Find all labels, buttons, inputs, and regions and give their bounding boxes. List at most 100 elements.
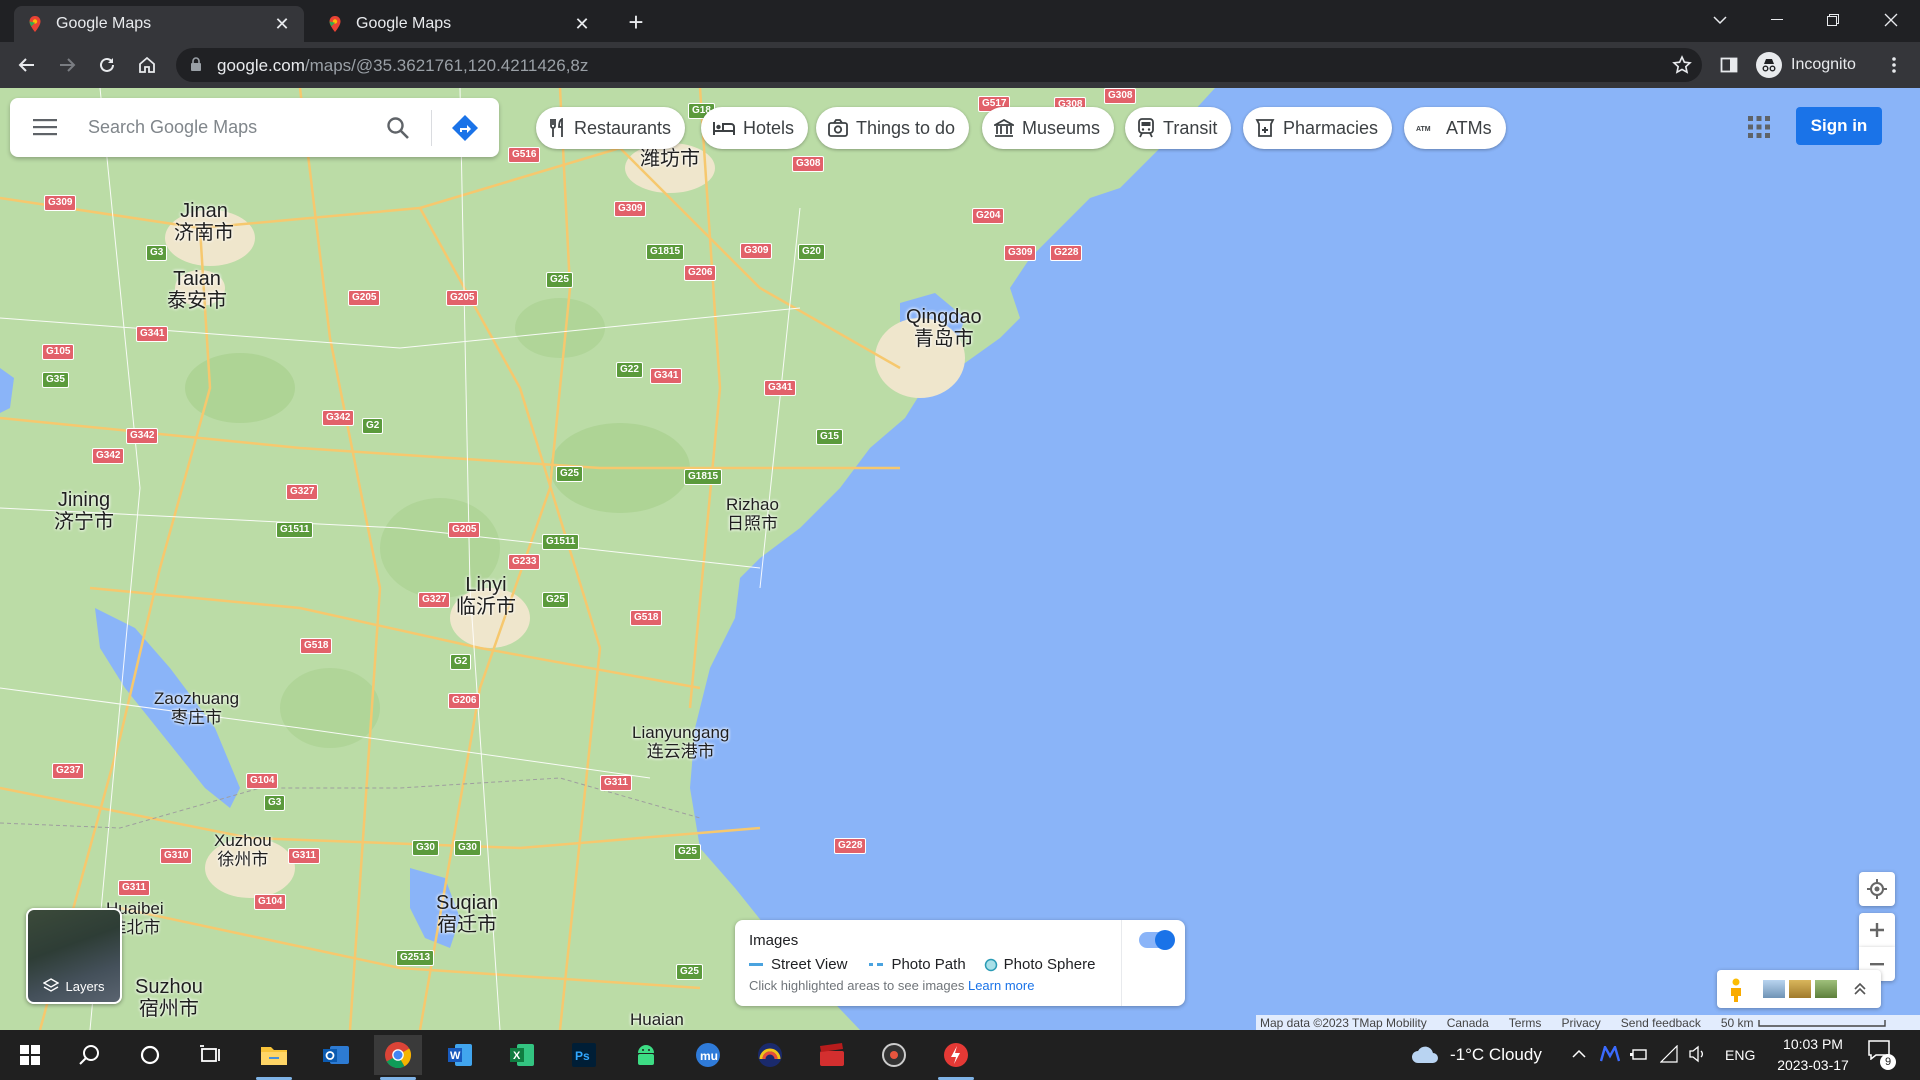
clock-date[interactable]: 2023-03-17 <box>1770 1057 1856 1073</box>
rainbow-app-icon <box>758 1043 782 1067</box>
vpn-app-taskbar[interactable] <box>746 1035 794 1075</box>
city-label[interactable]: Suqian 宿迁市 <box>436 892 498 936</box>
app-tray-icon[interactable] <box>1600 1046 1620 1062</box>
mu-app-taskbar[interactable]: mu <box>684 1035 732 1075</box>
city-label[interactable]: Qingdao 青岛市 <box>906 306 982 350</box>
city-label[interactable]: Suzhou 宿州市 <box>135 976 203 1020</box>
terms-link[interactable]: Terms <box>1509 1016 1542 1030</box>
imagery-strip[interactable] <box>1717 970 1881 1008</box>
word-taskbar[interactable]: W <box>436 1035 484 1075</box>
imagery-thumb[interactable] <box>1789 980 1811 998</box>
tab-search-button[interactable] <box>1697 0 1743 40</box>
weather-text[interactable]: -1°C Cloudy <box>1450 1045 1542 1065</box>
chrome-menu-button[interactable] <box>1878 49 1910 81</box>
apps-grid-icon[interactable] <box>1748 116 1770 138</box>
task-view-button[interactable] <box>186 1035 234 1075</box>
send-feedback-link[interactable]: Send feedback <box>1621 1016 1701 1030</box>
photoshop-taskbar[interactable]: Ps <box>560 1035 608 1075</box>
side-panel-button[interactable] <box>1713 49 1745 81</box>
flash-app-taskbar[interactable] <box>932 1035 980 1080</box>
android-app-taskbar[interactable] <box>622 1035 670 1075</box>
sign-in-button[interactable]: Sign in <box>1796 107 1882 145</box>
learn-more-link[interactable]: Learn more <box>968 978 1034 993</box>
city-label[interactable]: Lianyungang 连云港市 <box>632 723 729 761</box>
search-input[interactable] <box>88 112 368 142</box>
city-label[interactable]: Huaian <box>630 1010 684 1030</box>
highway-shield: G3 <box>146 245 168 261</box>
star-icon[interactable] <box>1672 55 1692 75</box>
divider <box>431 110 432 146</box>
chevron-up-icon[interactable] <box>1572 1049 1586 1059</box>
highway-shield: G327 <box>418 592 451 608</box>
search-button[interactable] <box>66 1035 114 1075</box>
chip-hotels[interactable]: Hotels <box>701 107 809 149</box>
city-label[interactable]: Taian 泰安市 <box>167 268 227 312</box>
privacy-link[interactable]: Privacy <box>1561 1016 1600 1030</box>
directions-icon[interactable] <box>451 114 479 142</box>
wifi-icon[interactable] <box>1660 1045 1678 1063</box>
browser-tab[interactable]: Google Maps ✕ <box>314 6 604 42</box>
forward-button[interactable] <box>51 49 83 81</box>
chip-museums[interactable]: Museums <box>982 107 1115 149</box>
pegman-icon[interactable] <box>1729 978 1743 1002</box>
chevron-up-icon[interactable] <box>1853 982 1867 996</box>
chip-things-to-do[interactable]: Things to do <box>816 107 970 149</box>
city-label[interactable]: Jining 济宁市 <box>54 489 114 533</box>
chip-pharmacies[interactable]: Pharmacies <box>1243 107 1393 149</box>
country-link[interactable]: Canada <box>1447 1016 1489 1030</box>
city-label[interactable]: Zaozhuang 枣庄市 <box>154 689 239 727</box>
reload-button[interactable] <box>91 49 123 81</box>
city-label[interactable]: Jinan 济南市 <box>174 200 234 244</box>
minimize-button[interactable] <box>1754 0 1800 40</box>
forward-arrow-icon <box>60 58 76 72</box>
chrome-taskbar[interactable] <box>374 1035 422 1080</box>
chip-restaurants[interactable]: Restaurants <box>536 107 686 149</box>
chip-label: Hotels <box>743 117 795 138</box>
music-app-taskbar[interactable] <box>870 1035 918 1075</box>
outlook-taskbar[interactable] <box>312 1035 360 1075</box>
cortana-button[interactable] <box>126 1035 174 1075</box>
map-canvas[interactable]: Jinan 济南市 Taian 泰安市 Jining 济宁市 Linyi 临沂市 Zao… <box>0 88 1920 1030</box>
file-explorer-taskbar[interactable] <box>250 1035 298 1080</box>
images-toggle[interactable] <box>1139 930 1175 950</box>
city-label[interactable]: Rizhao 日照市 <box>726 495 779 533</box>
zoom-in-button[interactable] <box>1859 913 1895 947</box>
speaker-icon[interactable] <box>1688 1045 1706 1063</box>
notification-center-button[interactable]: 9 <box>1868 1040 1898 1070</box>
new-tab-button[interactable]: + <box>622 7 650 37</box>
profile-button[interactable]: Incognito <box>1756 49 1856 81</box>
home-button[interactable] <box>131 49 163 81</box>
chip-transit[interactable]: Transit <box>1125 107 1232 149</box>
close-window-button[interactable] <box>1868 0 1914 40</box>
close-tab-icon[interactable]: ✕ <box>270 12 294 36</box>
restore-button[interactable] <box>1810 0 1856 40</box>
cloud-weather-icon[interactable] <box>1410 1044 1440 1064</box>
highway-shield: G35 <box>42 372 69 388</box>
my-location-button[interactable] <box>1859 872 1895 906</box>
city-label[interactable]: Xuzhou 徐州市 <box>214 831 272 869</box>
hint-text: Click highlighted areas to see images <box>749 978 965 993</box>
notification-count-badge: 9 <box>1880 1054 1896 1070</box>
language-indicator[interactable]: ENG <box>1725 1047 1755 1063</box>
kebab-menu-icon <box>1892 57 1896 73</box>
layers-button[interactable]: Layers <box>26 908 122 1004</box>
excel-taskbar[interactable]: X <box>498 1035 546 1075</box>
browser-tab[interactable]: Google Maps ✕ <box>14 6 304 42</box>
video-app-taskbar[interactable] <box>808 1035 856 1075</box>
search-icon[interactable] <box>386 116 410 140</box>
highway-shield: G205 <box>348 290 381 306</box>
back-button[interactable] <box>11 49 43 81</box>
chip-atms[interactable]: ATM ATMs <box>1404 107 1506 149</box>
battery-icon[interactable] <box>1630 1046 1648 1062</box>
clock-time[interactable]: 10:03 PM <box>1778 1036 1848 1052</box>
address-bar[interactable]: google.com/maps/@35.3621761,120.4211426,… <box>176 48 1702 82</box>
chevron-down-icon <box>1713 16 1727 25</box>
city-label[interactable]: 潍坊市 <box>640 148 700 170</box>
imagery-thumb[interactable] <box>1815 980 1837 998</box>
close-tab-icon[interactable]: ✕ <box>570 12 594 36</box>
city-label[interactable]: Linyi 临沂市 <box>456 574 516 618</box>
photo-path-label: Photo Path <box>891 956 966 973</box>
start-button[interactable] <box>6 1035 54 1075</box>
imagery-thumb[interactable] <box>1763 980 1785 998</box>
hamburger-menu-icon[interactable] <box>33 118 57 136</box>
